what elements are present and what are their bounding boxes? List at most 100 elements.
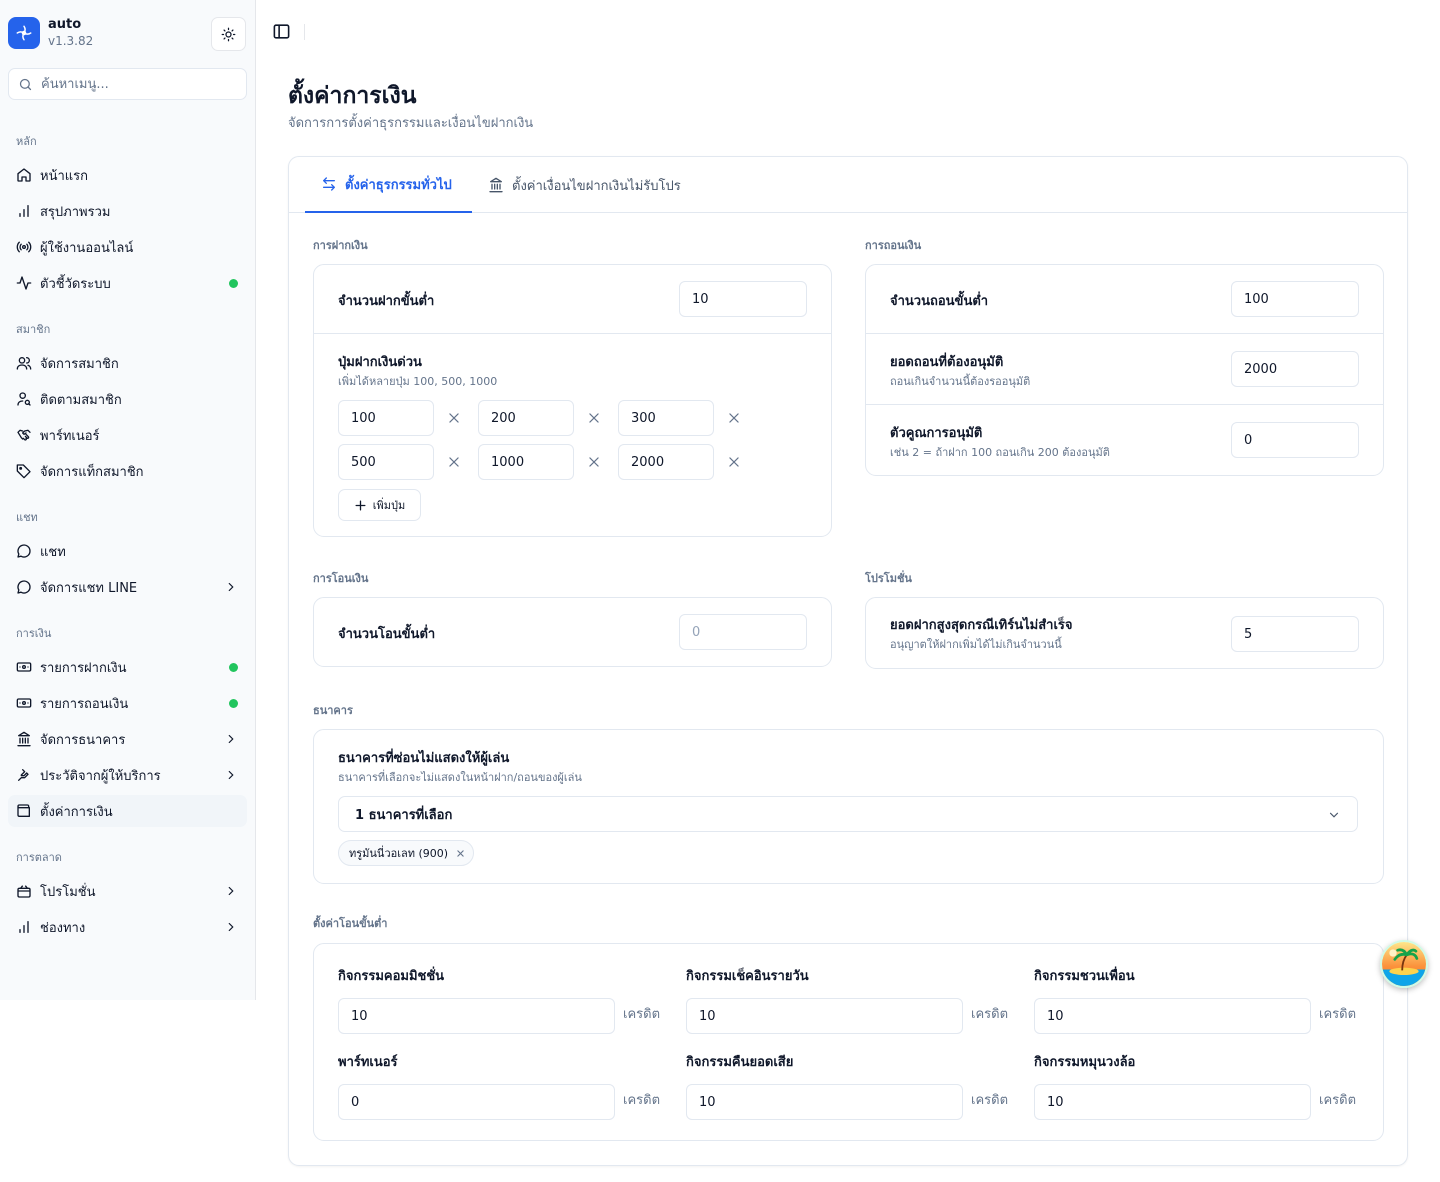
remove-quick-amount-button[interactable] [444, 408, 464, 428]
cashback-input[interactable] [686, 1084, 963, 1120]
sidebar-item-withdrawals[interactable]: รายการถอนเงิน [8, 687, 247, 719]
divider [304, 24, 305, 40]
add-quick-button[interactable]: เพิ่มปุ่ม [338, 489, 421, 521]
sidebar-item-line-chat[interactable]: จัดการแชท LINE [8, 571, 247, 603]
withdraw-box: จำนวนถอนขั้นต่ำ ยอดถอนที่ต้องอนุมัติ ถอน… [865, 264, 1384, 476]
sidebar-item-label: ตั้งค่าการเงิน [40, 804, 113, 820]
min-transfer-input[interactable] [679, 614, 807, 650]
sidebar-search [8, 68, 247, 100]
partner-input[interactable] [338, 1084, 615, 1120]
tab-label: ตั้งค่าธุรกรรมทั่วไป [345, 177, 452, 193]
quick-amount-input[interactable] [338, 400, 434, 436]
hidden-banks-select[interactable]: 1 ธนาคารที่เลือก [338, 796, 1358, 832]
section-title-transfer: การโอนเงิน [313, 572, 369, 585]
remove-quick-amount-button[interactable] [584, 408, 604, 428]
tab-general-transactions[interactable]: ตั้งค่าธุรกรรมทั่วไป [305, 157, 472, 213]
message-circle-icon [17, 544, 31, 558]
daily-checkin-input[interactable] [686, 998, 963, 1034]
chevron-down-icon [1329, 812, 1339, 818]
gift-icon [17, 885, 31, 898]
nav-group-label: สมาชิก [16, 323, 51, 336]
tab-no-promo-deposit[interactable]: ตั้งค่าเงื่อนไขฝากเงินไม่รับโปร [472, 157, 697, 213]
sidebar-item-label: พาร์ทเนอร์ [40, 428, 100, 444]
user-search-icon [17, 392, 31, 406]
quick-amount-input[interactable] [338, 444, 434, 480]
max-deposit-input[interactable] [1231, 616, 1359, 652]
wallet-icon [17, 804, 30, 817]
sidebar-item-label: ติดตามสมาชิก [40, 392, 122, 408]
approval-multiplier-input[interactable] [1231, 422, 1359, 458]
invite-friends-input[interactable] [1034, 998, 1311, 1034]
sidebar-item-member-tags[interactable]: จัดการแท็กสมาชิก [8, 455, 247, 487]
min-transfer-box: กิจกรรมคอมมิชชั่น เครดิต กิจกรรมเช็คอินร… [313, 943, 1384, 1141]
approval-amount-hint: ถอนเกินจำนวนนี้ต้องรออนุมัติ [890, 375, 1031, 388]
commission-input[interactable] [338, 998, 615, 1034]
sidebar-item-label: จัดการสมาชิก [40, 356, 119, 372]
partner-label: พาร์ทเนอร์ [338, 1055, 398, 1070]
tab-label: ตั้งค่าเงื่อนไขฝากเงินไม่รับโปร [512, 178, 681, 194]
status-dot [229, 663, 238, 672]
hidden-banks-label: ธนาคารที่ซ่อนไม่แสดงให้ผู้เล่น [338, 751, 510, 766]
spin-wheel-input[interactable] [1034, 1084, 1311, 1120]
brand[interactable]: auto v1.3.82 [8, 16, 93, 49]
close-icon [729, 457, 739, 467]
sidebar-item-deposits[interactable]: รายการฝากเงิน [8, 651, 247, 683]
sidebar-search-input[interactable] [41, 76, 231, 92]
sidebar-toggle-button[interactable] [272, 22, 291, 41]
sidebar-item-finance-settings[interactable]: ตั้งค่าการเงิน [8, 795, 247, 827]
handshake-icon [17, 429, 31, 441]
sidebar-item-provider-history[interactable]: ประวัติจากผู้ให้บริการ [8, 759, 247, 791]
sidebar-item-members[interactable]: จัดการสมาชิก [8, 347, 247, 379]
banknote-icon [16, 662, 32, 672]
nav-group-label: แชท [16, 511, 38, 524]
remove-quick-amount-button[interactable] [724, 408, 744, 428]
sidebar-item-label: หน้าแรก [40, 168, 88, 184]
quick-amount-input[interactable] [478, 400, 574, 436]
unit-label: เครดิต [1319, 1007, 1357, 1022]
floating-assistant-button[interactable] [1380, 940, 1428, 988]
bank-box: ธนาคารที่ซ่อนไม่แสดงให้ผู้เล่น ธนาคารที่… [313, 729, 1384, 884]
min-withdraw-input[interactable] [1231, 281, 1359, 317]
remove-bank-button[interactable] [456, 849, 465, 858]
sidebar-item-label: แชท [40, 544, 66, 560]
nav-group-label: การเงิน [16, 627, 52, 640]
min-deposit-label: จำนวนฝากขั้นต่ำ [338, 294, 435, 309]
sidebar-item-label: จัดการแท็กสมาชิก [40, 464, 144, 480]
selected-bank-label: ทรูมันนี่วอเลท (900) [349, 847, 449, 860]
sidebar-item-label: จัดการแชท LINE [40, 580, 138, 596]
max-deposit-hint: อนุญาตให้ฝากเพิ่มได้ไม่เกินจำนวนนี้ [890, 638, 1062, 651]
quick-amount-input[interactable] [618, 444, 714, 480]
min-deposit-input[interactable] [679, 281, 807, 317]
users-icon [16, 357, 32, 370]
remove-quick-amount-button[interactable] [724, 452, 744, 472]
sidebar-item-system-metrics[interactable]: ตัวชี้วัดระบบ [8, 267, 247, 299]
quick-amount-input[interactable] [618, 400, 714, 436]
sidebar-item-track-members[interactable]: ติดตามสมาชิก [8, 383, 247, 415]
sidebar-item-label: ประวัติจากผู้ให้บริการ [40, 768, 161, 784]
nav-group-label: การตลาด [16, 851, 62, 864]
quick-deposit-hint: เพิ่มได้หลายปุ่ม 100, 500, 1000 [338, 375, 498, 388]
arrow-left-right-icon [323, 177, 335, 191]
remove-quick-amount-button[interactable] [444, 452, 464, 472]
spin-wheel-label: กิจกรรมหมุนวงล้อ [1034, 1055, 1136, 1070]
close-icon [449, 413, 459, 423]
sidebar-item-chat[interactable]: แชท [8, 535, 247, 567]
page-subtitle: จัดการการตั้งค่าธุรกรรมและเงื่อนไขฝากเงิ… [288, 116, 534, 131]
sidebar-item-home[interactable]: หน้าแรก [8, 159, 247, 191]
unit-label: เครดิต [971, 1093, 1009, 1108]
home-icon [17, 168, 31, 182]
sidebar-item-overview[interactable]: สรุปภาพรวม [8, 195, 247, 227]
sidebar-item-label: รายการถอนเงิน [40, 696, 129, 712]
sidebar-item-channels[interactable]: ช่องทาง [8, 911, 247, 943]
quick-deposit-label: ปุ่มฝากเงินด่วน [338, 355, 422, 370]
theme-toggle-button[interactable] [211, 17, 246, 51]
sidebar-item-online-users[interactable]: ผู้ใช้งานออนไลน์ [8, 231, 247, 263]
sidebar-item-partners[interactable]: พาร์ทเนอร์ [8, 419, 247, 451]
quick-amount-input[interactable] [478, 444, 574, 480]
sidebar-item-promotions[interactable]: โปรโมชั่น [8, 875, 247, 907]
close-icon [457, 849, 464, 857]
sidebar-item-banks[interactable]: จัดการธนาคาร [8, 723, 247, 755]
approval-amount-input[interactable] [1231, 351, 1359, 387]
search-icon [19, 78, 32, 90]
remove-quick-amount-button[interactable] [584, 452, 604, 472]
